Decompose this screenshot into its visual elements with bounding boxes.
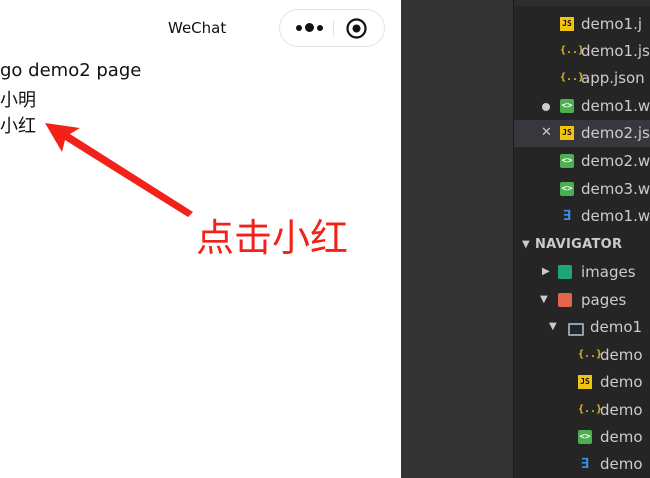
json-icon: {..} [560, 72, 585, 83]
editor-gutter [401, 0, 513, 478]
file-explorer: JS demo1.j {..} demo1.jsc {..} app.json … [514, 0, 650, 478]
section-label: NAVIGATOR [535, 237, 623, 252]
tree-label: demo [600, 455, 643, 473]
annotation-label: 点击小红 [196, 216, 349, 260]
tree-label: pages [581, 291, 627, 309]
open-editor-app-json[interactable]: {..} app.json [514, 65, 650, 92]
open-editor-demo1-wxml[interactable]: <> demo1.w [514, 93, 650, 120]
file-label: demo2.js [581, 124, 650, 142]
tree-label: demo [600, 428, 643, 446]
tree-label: demo1 [590, 318, 643, 336]
open-editors-header [514, 0, 650, 6]
js-icon: JS [578, 375, 592, 389]
open-editor-demo3-wxml[interactable]: <> demo3.w [514, 176, 650, 203]
wechat-simulator: WeChat go demo2 page 小明 小红 点击小红 [0, 0, 401, 478]
js-icon: JS [560, 17, 574, 31]
file-label: demo1.jsc [581, 42, 650, 60]
open-editor-demo1-wxss[interactable]: ∃ demo1.w [514, 203, 650, 230]
file-label: demo1.w [581, 97, 650, 115]
js-icon: JS [560, 126, 574, 140]
tree-item-file[interactable]: ∃ demo [514, 451, 650, 478]
file-label: demo1.j [581, 15, 643, 33]
navigator-section-header[interactable]: ▼ NAVIGATOR [514, 233, 650, 257]
image-folder-icon [558, 265, 572, 279]
tree-label: images [581, 263, 636, 281]
tree-item-file[interactable]: {..} demo [514, 342, 650, 369]
tree-item-images[interactable]: ▶ images [514, 259, 650, 286]
file-label: demo1.w [581, 207, 650, 225]
css-icon: ∃ [562, 208, 572, 224]
open-editor-demo2-js[interactable]: ✕ JS demo2.js [514, 120, 650, 147]
chevron-down-icon: ▼ [522, 239, 530, 250]
folder-open-icon [568, 323, 584, 336]
file-label: demo3.w [581, 180, 650, 198]
tree-label: demo [600, 373, 643, 391]
modified-dot-icon [542, 103, 550, 111]
wxml-icon: <> [560, 154, 574, 168]
tree-item-file[interactable]: JS demo [514, 369, 650, 396]
open-editor-demo2-wxml[interactable]: <> demo2.w [514, 148, 650, 175]
wxml-icon: <> [560, 182, 574, 196]
open-editor-demo1-json[interactable]: {..} demo1.jsc [514, 38, 650, 65]
ide-panel: JS demo1.j {..} demo1.jsc {..} app.json … [401, 0, 650, 478]
css-icon: ∃ [580, 456, 590, 472]
tree-label: demo [600, 346, 643, 364]
json-icon: {..} [578, 349, 603, 360]
wxml-icon: <> [578, 430, 592, 444]
chevron-right-icon: ▶ [542, 266, 550, 277]
tree-item-file[interactable]: {..} demo [514, 397, 650, 424]
file-label: demo2.w [581, 152, 650, 170]
chevron-down-icon: ▼ [549, 321, 557, 332]
pages-folder-icon [558, 293, 572, 307]
chevron-down-icon: ▼ [540, 294, 548, 305]
json-icon: {..} [560, 45, 585, 56]
wxml-icon: <> [560, 99, 574, 113]
tree-item-file[interactable]: <> demo [514, 424, 650, 451]
file-label: app.json [581, 69, 645, 87]
tree-label: demo [600, 401, 643, 419]
open-editor-demo1-js[interactable]: JS demo1.j [514, 11, 650, 38]
close-icon[interactable]: ✕ [541, 125, 552, 140]
json-icon: {..} [578, 404, 603, 415]
tree-item-pages[interactable]: ▼ pages [514, 287, 650, 314]
tree-item-demo1-folder[interactable]: ▼ demo1 [514, 314, 650, 341]
